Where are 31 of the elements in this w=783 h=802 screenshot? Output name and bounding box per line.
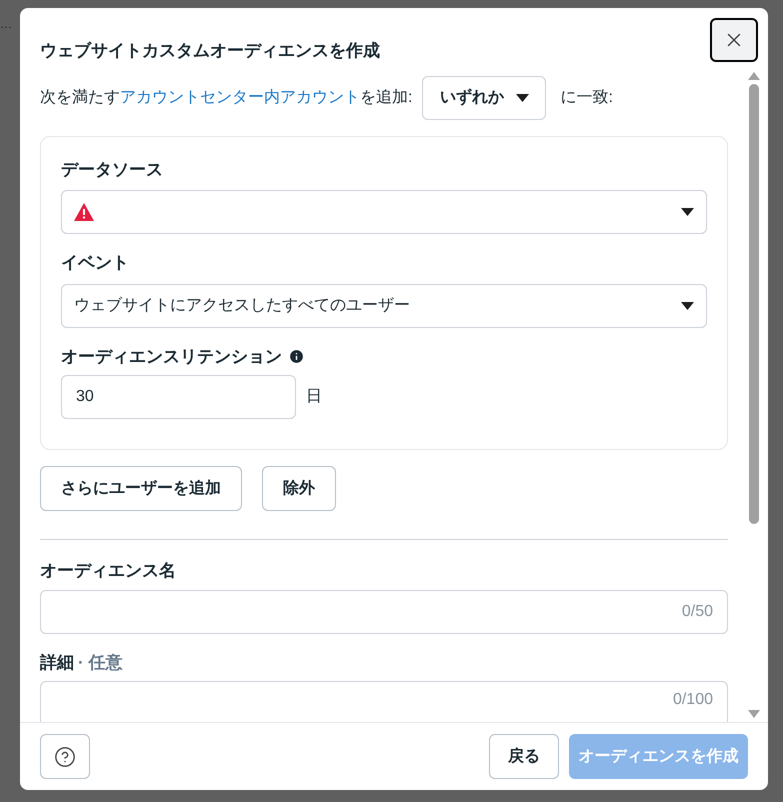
character-counter: 0/100 bbox=[672, 690, 713, 710]
back-button[interactable]: 戻る bbox=[489, 734, 559, 779]
optional-label: · 任意 bbox=[78, 652, 122, 674]
accounts-link[interactable]: アカウントセンター内アカウント bbox=[120, 88, 360, 106]
match-suffix: に一致: bbox=[560, 88, 613, 108]
select-field[interactable] bbox=[61, 190, 707, 234]
select-field[interactable]: ウェブサイトにアクセスしたすべてのユーザー bbox=[61, 284, 707, 328]
character-counter: 0/50 bbox=[682, 602, 713, 622]
help-button[interactable] bbox=[40, 734, 90, 779]
field-label: オーディエンスリテンション bbox=[61, 346, 282, 368]
match-text: 次を満たすアカウントセンター内アカウント を追加: bbox=[40, 88, 412, 108]
rule-button[interactable]: さらにユーザーを追加 bbox=[40, 466, 242, 511]
unit-label: 日 bbox=[306, 387, 322, 407]
dialog-title: ウェブサイトカスタムオーディエンスを作成 bbox=[40, 40, 380, 62]
caret-icon bbox=[516, 94, 529, 102]
help-icon bbox=[54, 746, 76, 768]
field-label: 詳細 bbox=[40, 652, 74, 674]
close-button[interactable] bbox=[710, 18, 758, 62]
warning-icon bbox=[74, 203, 94, 221]
scroll-down-icon[interactable] bbox=[748, 710, 760, 718]
field-label: イベント bbox=[61, 252, 130, 274]
input-field[interactable]: 30 bbox=[61, 375, 296, 419]
field-label: データソース bbox=[61, 158, 164, 180]
scroll-up-icon[interactable] bbox=[748, 72, 760, 80]
field-label: オーディエンス名 bbox=[40, 560, 177, 582]
rule-button[interactable]: 除外 bbox=[262, 466, 336, 511]
caret-icon bbox=[681, 302, 694, 310]
background-text: … bbox=[0, 17, 12, 31]
caret-icon bbox=[681, 208, 694, 216]
select-value: ウェブサイトにアクセスしたすべてのユーザー bbox=[74, 296, 410, 316]
match-dropdown[interactable]: いずれか bbox=[422, 76, 546, 120]
